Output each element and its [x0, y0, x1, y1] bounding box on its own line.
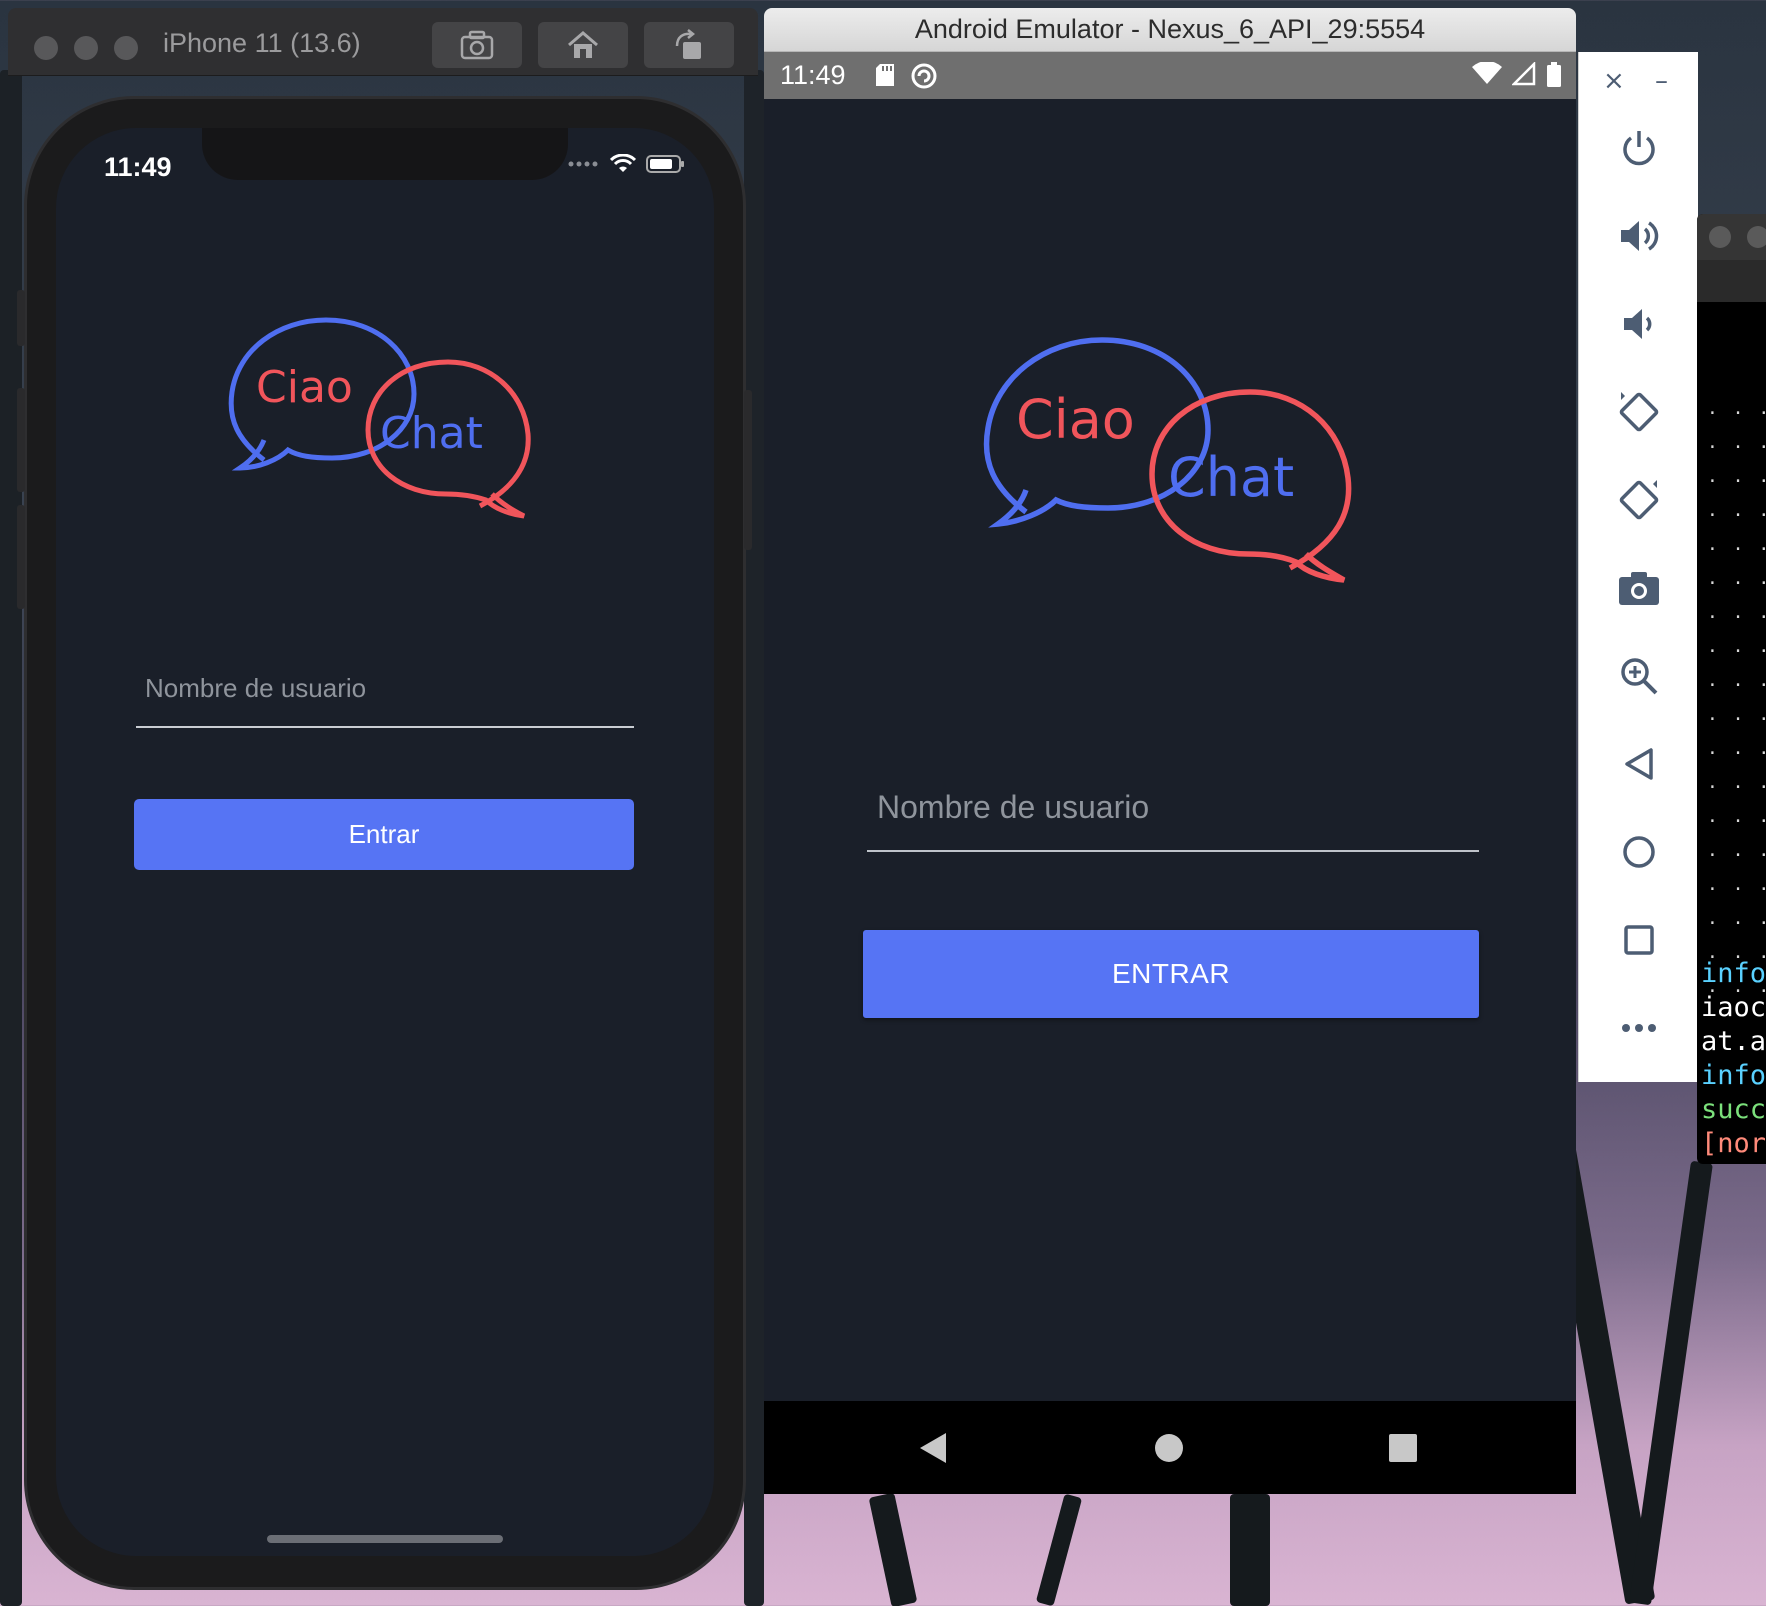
nav-back-button[interactable]	[916, 1431, 950, 1465]
android-emulator-titlebar: Android Emulator - Nexus_6_API_29:5554	[764, 8, 1576, 52]
back-icon	[1625, 748, 1653, 780]
logo-word-ciao: Ciao	[1016, 388, 1135, 451]
sd-card-icon	[876, 64, 894, 86]
enter-button[interactable]: Entrar	[134, 799, 634, 870]
home-button[interactable]	[538, 22, 628, 68]
ios-status-icons	[568, 154, 686, 174]
rotate-icon	[675, 29, 701, 59]
mute-switch	[17, 290, 25, 346]
terminal-line: at.ap	[1701, 1026, 1766, 1057]
android-notification-icons	[874, 62, 938, 90]
battery-icon	[1547, 62, 1561, 87]
android-navigation-bar	[764, 1401, 1576, 1494]
logo-word-ciao: Ciao	[256, 362, 353, 413]
signal-icon	[1512, 62, 1536, 86]
volume-up-side-button	[17, 388, 25, 492]
zoom-window-button[interactable]	[114, 36, 138, 60]
overview-icon	[1389, 1434, 1417, 1462]
home-indicator[interactable]	[267, 1535, 503, 1543]
terminal-tab[interactable]	[1697, 260, 1766, 302]
back-icon	[920, 1433, 946, 1463]
terminal-close-button[interactable]	[1709, 226, 1731, 248]
android-emulator-title: Android Emulator - Nexus_6_API_29:5554	[914, 14, 1426, 44]
terminal-line: iaoch	[1701, 992, 1766, 1023]
nav-overview-button[interactable]	[1386, 1431, 1420, 1465]
toolbar-minimize-button[interactable]: –	[1655, 66, 1668, 96]
toolbar-overview-button[interactable]	[1609, 910, 1669, 970]
enter-button[interactable]: ENTRAR	[863, 930, 1479, 1018]
minimize-window-button[interactable]	[74, 36, 98, 60]
terminal-window: . . . . .. . . . .. . . . .. . . . .. . …	[1697, 214, 1766, 1164]
terminal-line: succe	[1701, 1094, 1766, 1125]
rotate-left-button[interactable]	[1609, 382, 1669, 442]
power-button[interactable]	[1609, 118, 1669, 178]
rotate-right-icon	[1619, 480, 1659, 520]
home-icon	[1623, 836, 1655, 868]
cellular-dots-icon	[568, 161, 598, 167]
close-window-button[interactable]	[34, 36, 58, 60]
camera-icon	[1619, 572, 1659, 605]
more-button[interactable]	[1609, 998, 1669, 1058]
volume-up-button[interactable]	[1609, 206, 1669, 266]
wifi-icon	[610, 154, 636, 172]
username-field-container	[136, 650, 634, 728]
volume-down-icon	[1624, 309, 1652, 339]
rotate-button[interactable]	[644, 22, 734, 68]
emulator-side-toolbar: × –	[1578, 52, 1698, 1082]
terminal-line: info	[1701, 958, 1766, 989]
android-status-time: 11:49	[780, 60, 846, 90]
sync-icon	[911, 63, 937, 89]
ios-simulator-titlebar: iPhone 11 (13.6)	[8, 8, 758, 76]
zoom-button[interactable]	[1609, 646, 1669, 706]
ciaochat-logo: Ciao Chat	[228, 317, 531, 519]
terminal-line: [norc	[1701, 1128, 1766, 1159]
rotate-right-button[interactable]	[1609, 470, 1669, 530]
ciaochat-logo: Ciao Chat	[983, 337, 1352, 583]
overview-icon	[1624, 925, 1654, 955]
notch	[202, 128, 568, 180]
volume-down-side-button	[17, 505, 25, 609]
volume-up-icon	[1621, 221, 1659, 251]
ios-status-time: 11:49	[104, 152, 172, 182]
battery-icon	[646, 155, 684, 173]
username-input[interactable]	[867, 758, 1479, 850]
toolbar-home-button[interactable]	[1609, 822, 1669, 882]
toolbar-back-button[interactable]	[1609, 734, 1669, 794]
zoom-icon	[1621, 658, 1658, 695]
screenshot-button[interactable]	[1609, 558, 1669, 618]
logo-word-chat: Chat	[380, 408, 483, 459]
home-icon	[1155, 1434, 1183, 1462]
volume-down-button[interactable]	[1609, 294, 1669, 354]
power-icon	[1623, 131, 1655, 166]
username-input[interactable]	[136, 650, 634, 726]
terminal-line: info	[1701, 1060, 1766, 1091]
logo-word-chat: Chat	[1168, 446, 1294, 509]
username-field-container	[867, 758, 1479, 852]
more-icon	[1622, 1024, 1656, 1032]
power-side-button	[744, 390, 752, 550]
screenshot-button[interactable]	[432, 22, 522, 68]
android-app-screen: 11:49 Ciao Chat ENTRAR	[764, 52, 1576, 1494]
screenshot-icon	[460, 30, 494, 60]
terminal-titlebar	[1697, 214, 1766, 260]
ios-app-screen: 11:49 Ciao Chat Entrar	[56, 128, 714, 1556]
android-status-bar: 11:49	[764, 52, 1576, 99]
android-system-icons	[1472, 62, 1562, 88]
wifi-icon	[1472, 62, 1502, 84]
toolbar-close-button[interactable]: ×	[1603, 66, 1625, 96]
nav-home-button[interactable]	[1152, 1431, 1186, 1465]
terminal-minimize-button[interactable]	[1747, 226, 1766, 248]
rotate-left-icon	[1619, 392, 1659, 432]
home-icon	[568, 31, 598, 58]
ios-simulator-title: iPhone 11 (13.6)	[163, 28, 361, 58]
